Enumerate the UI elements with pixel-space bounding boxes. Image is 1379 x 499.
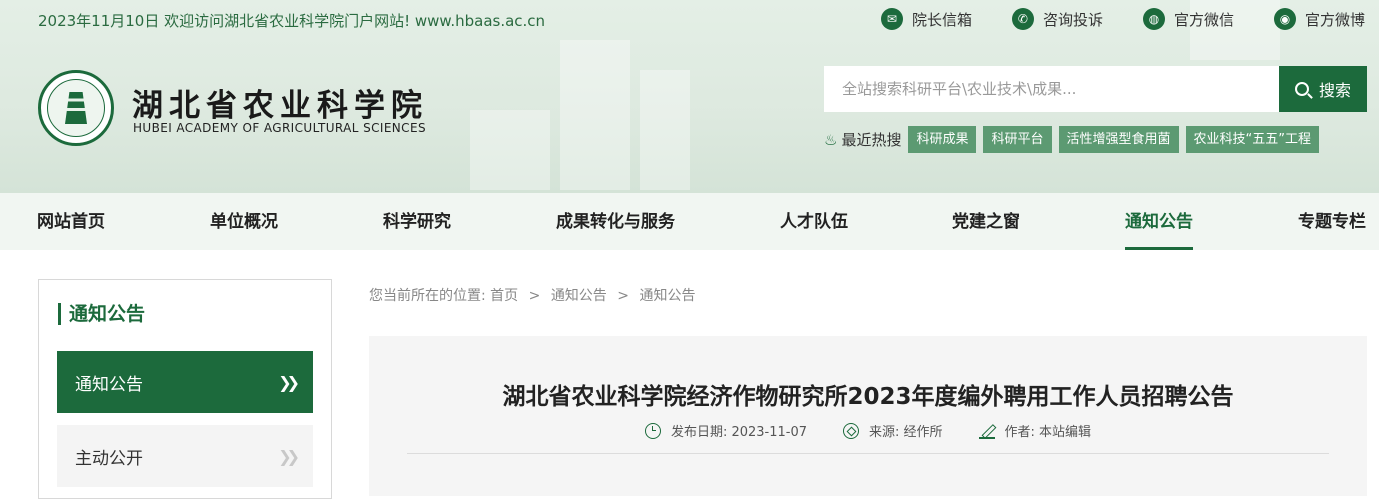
nav-achievements[interactable]: 成果转化与服务 (556, 193, 675, 250)
background-building (470, 110, 550, 190)
nav-notices[interactable]: 通知公告 (1125, 193, 1193, 250)
nav-talent[interactable]: 人才队伍 (780, 193, 848, 250)
sidebar-item-label: 主动公开 (75, 448, 143, 469)
hot-tag[interactable]: 活性增强型食用菌 (1058, 126, 1179, 153)
president-mailbox-link[interactable]: ✉ 院长信箱 (880, 8, 972, 30)
compass-icon (843, 422, 860, 439)
article-title: 湖北省农业科学院经济作物研究所2023年度编外聘用工作人员招聘公告 (502, 384, 1234, 410)
article-divider (407, 453, 1329, 454)
sidebar-item-label: 通知公告 (75, 374, 143, 395)
weibo-icon: ◉ (1273, 8, 1296, 30)
hot-searches: ♨ 最近热搜 科研成果 科研平台 活性增强型食用菌 农业科技“五五”工程 (824, 126, 1326, 153)
toplink-label: 官方微信 (1173, 10, 1234, 29)
breadcrumb-separator: > (617, 288, 629, 304)
pen-icon (978, 423, 995, 439)
nav-about[interactable]: 单位概况 (210, 193, 278, 250)
publish-date-text: 发布日期: 2023-11-07 (670, 425, 808, 440)
toplink-label: 院长信箱 (911, 10, 972, 29)
breadcrumb-home[interactable]: 首页 (490, 288, 518, 304)
top-links: ✉ 院长信箱 ✆ 咨询投诉 ◍ 官方微信 ◉ 官方微博 (841, 8, 1365, 30)
sidebar-title: 通知公告 (58, 303, 145, 325)
background-building (560, 40, 630, 190)
wechat-icon: ◍ (1142, 8, 1165, 30)
chevron-right-icon: ❯❯ (278, 446, 300, 466)
search-button[interactable]: 搜索 (1279, 66, 1367, 112)
logo-emblem-inner (47, 79, 105, 137)
search-bar: 搜索 (824, 66, 1367, 112)
breadcrumb-current[interactable]: 通知公告 (639, 288, 695, 304)
hot-tag[interactable]: 农业科技“五五”工程 (1185, 126, 1319, 153)
hot-searches-label: ♨ 最近热搜 (824, 129, 901, 150)
article-source: 来源: 经作所 (843, 421, 943, 440)
mail-icon: ✉ (880, 8, 903, 30)
background-building (640, 70, 690, 190)
sidebar-item-disclosure[interactable]: 主动公开 ❯❯ (57, 425, 313, 487)
hot-tag[interactable]: 科研成果 (908, 126, 977, 153)
search-button-label: 搜索 (1318, 81, 1351, 100)
search-input[interactable] (824, 66, 1279, 112)
hot-tag[interactable]: 科研平台 (983, 126, 1052, 153)
flame-icon: ♨ (824, 130, 838, 149)
phone-icon: ✆ (1011, 8, 1034, 30)
logo-chinese-name[interactable]: 湖北省农业科学院 (132, 80, 428, 125)
nav-topics[interactable]: 专题专栏 (1298, 193, 1366, 250)
tower-icon (65, 92, 87, 124)
hot-label-text: 最近热搜 (841, 131, 902, 149)
logo-english-name: HUBEI ACADEMY OF AGRICULTURAL SCIENCES (133, 121, 426, 135)
sidebar-item-notices[interactable]: 通知公告 ❯❯ (57, 351, 313, 413)
nav-home[interactable]: 网站首页 (37, 193, 105, 250)
article-panel: 湖北省农业科学院经济作物研究所2023年度编外聘用工作人员招聘公告 发布日期: … (369, 336, 1367, 496)
toplink-label: 官方微博 (1304, 10, 1365, 29)
breadcrumb-separator: > (528, 288, 541, 304)
clock-icon (644, 422, 661, 439)
nav-research[interactable]: 科学研究 (383, 193, 451, 250)
wechat-link[interactable]: ◍ 官方微信 (1142, 8, 1234, 30)
complaint-link[interactable]: ✆ 咨询投诉 (1011, 8, 1103, 30)
breadcrumb-prefix: 您当前所在的位置: (369, 288, 486, 304)
breadcrumb: 您当前所在的位置: 首页 > 通知公告 > 通知公告 (369, 285, 695, 305)
chevron-right-icon: ❯❯ (278, 372, 300, 392)
source-text: 来源: 经作所 (869, 425, 943, 440)
search-icon (1294, 82, 1309, 96)
article-meta: 发布日期: 2023-11-07 来源: 经作所 作者: 本站编辑 (369, 421, 1367, 440)
article-author: 作者: 本站编辑 (978, 421, 1092, 440)
toplink-label: 咨询投诉 (1042, 10, 1103, 29)
breadcrumb-notices[interactable]: 通知公告 (551, 288, 607, 304)
publish-date: 发布日期: 2023-11-07 (644, 421, 808, 440)
nav-party[interactable]: 党建之窗 (952, 193, 1020, 250)
weibo-link[interactable]: ◉ 官方微博 (1273, 8, 1365, 30)
logo-emblem[interactable] (38, 70, 114, 146)
sidebar: 通知公告 通知公告 ❯❯ 主动公开 ❯❯ (38, 279, 332, 499)
site-header: 2023年11月10日 欢迎访问湖北省农业科学院门户网站! www.hbaas.… (0, 0, 1379, 193)
welcome-text: 2023年11月10日 欢迎访问湖北省农业科学院门户网站! www.hbaas.… (38, 12, 546, 30)
main-nav: 网站首页 单位概况 科学研究 成果转化与服务 人才队伍 党建之窗 通知公告 专题… (0, 193, 1379, 250)
author-text: 作者: 本站编辑 (1004, 425, 1092, 440)
